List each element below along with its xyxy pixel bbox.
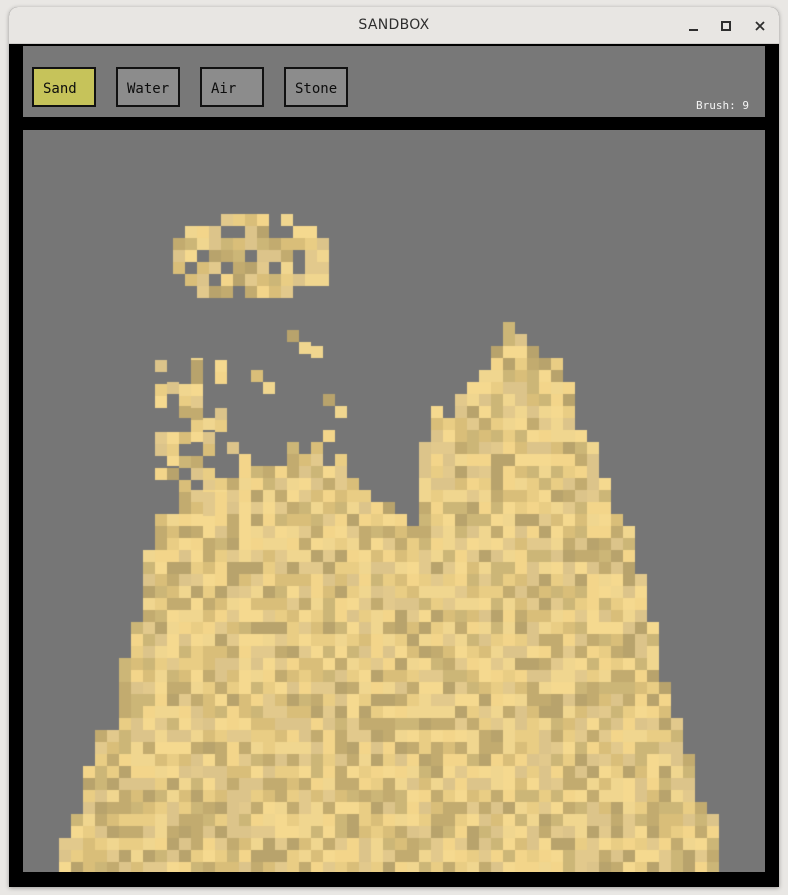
- tool-water-button[interactable]: Water: [116, 67, 180, 107]
- app-window: SANDBOX Sand Water Air Stone Brush: 9: [9, 7, 779, 887]
- window-title: SANDBOX: [358, 17, 430, 33]
- close-icon[interactable]: [749, 15, 771, 37]
- sand-canvas-area[interactable]: [23, 130, 765, 872]
- maximize-icon[interactable]: [715, 15, 737, 37]
- material-toolbar: Sand Water Air Stone Brush: 9: [23, 46, 765, 117]
- tool-air-button[interactable]: Air: [200, 67, 264, 107]
- tool-stone-button[interactable]: Stone: [284, 67, 348, 107]
- brush-size-label: Brush: 9: [696, 99, 749, 112]
- title-bar[interactable]: SANDBOX: [9, 7, 779, 44]
- tool-sand-button[interactable]: Sand: [32, 67, 96, 107]
- minimize-icon[interactable]: [683, 15, 705, 37]
- sand-canvas[interactable]: [23, 130, 765, 872]
